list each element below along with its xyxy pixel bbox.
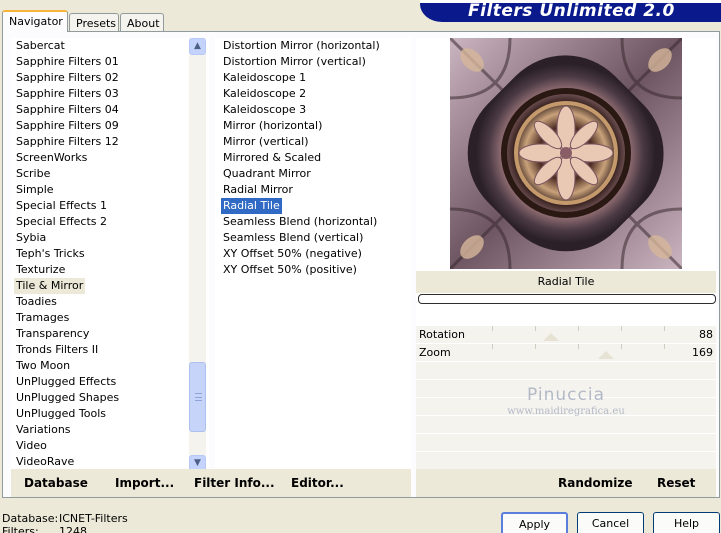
category-item[interactable]: Sapphire Filters 02 — [14, 70, 121, 86]
status-filters-label: Filters: — [2, 525, 39, 533]
tab-about[interactable]: About — [120, 13, 164, 32]
param-rotation-value: 88 — [699, 328, 713, 341]
category-item[interactable]: Special Effects 1 — [14, 198, 109, 214]
category-item[interactable]: Sabercat — [14, 38, 67, 54]
status-filters-value: 1248 — [59, 525, 87, 533]
filter-item[interactable]: XY Offset 50% (negative) — [221, 246, 364, 262]
filter-item[interactable]: Radial Tile — [221, 198, 282, 214]
apply-button[interactable]: Apply — [501, 512, 568, 533]
category-item[interactable]: Variations — [14, 422, 73, 438]
param-slot-empty — [416, 451, 716, 469]
param-rotation[interactable]: Rotation 88 — [416, 325, 716, 343]
toolbar-right: Randomize Reset — [416, 469, 716, 497]
filter-info-button[interactable]: Filter Info... — [194, 476, 275, 490]
category-list[interactable]: Sabercat Sapphire Filters 01 Sapphire Filt… — [11, 38, 209, 472]
filter-item[interactable]: Distortion Mirror (horizontal) — [221, 38, 382, 54]
category-item[interactable]: Special Effects 2 — [14, 214, 109, 230]
param-slot-empty — [416, 397, 716, 415]
filter-item[interactable]: Mirror (vertical) — [221, 134, 311, 150]
param-zoom-value: 169 — [692, 346, 713, 359]
progress-bar — [418, 294, 716, 304]
param-rotation-thumb[interactable] — [543, 333, 560, 341]
filter-item[interactable]: Radial Mirror — [221, 182, 295, 198]
scroll-up-icon[interactable]: ▲ — [189, 38, 206, 55]
navigator-panel: Sabercat Sapphire Filters 01 Sapphire Filt… — [2, 31, 720, 498]
category-item[interactable]: Two Moon — [14, 358, 72, 374]
filter-item[interactable]: Kaleidoscope 3 — [221, 102, 308, 118]
filter-items: Distortion Mirror (horizontal) Distortion… — [221, 38, 407, 278]
category-item[interactable]: ScreenWorks — [14, 150, 89, 166]
category-item[interactable]: Sapphire Filters 03 — [14, 86, 121, 102]
category-item[interactable]: Video — [14, 438, 49, 454]
editor-button[interactable]: Editor... — [291, 476, 344, 490]
status-area: Database:ICNET-Filters Filters: 1248 — [2, 512, 128, 533]
category-item[interactable]: UnPlugged Effects — [14, 374, 118, 390]
filter-item[interactable]: Quadrant Mirror — [221, 166, 313, 182]
category-item[interactable]: Teph's Tricks — [14, 246, 87, 262]
preview-image — [450, 38, 682, 269]
category-item[interactable]: Scribe — [14, 166, 52, 182]
filter-item[interactable]: XY Offset 50% (positive) — [221, 262, 359, 278]
filter-item[interactable]: Distortion Mirror (vertical) — [221, 54, 368, 70]
tab-presets[interactable]: Presets — [69, 13, 119, 32]
filter-item[interactable]: Mirror (horizontal) — [221, 118, 324, 134]
category-scrollbar[interactable]: ▲ ▼ — [189, 38, 206, 472]
filter-item[interactable]: Seamless Blend (horizontal) — [221, 214, 379, 230]
param-rotation-slider[interactable] — [492, 326, 665, 343]
cancel-button[interactable]: Cancel — [577, 512, 644, 533]
title-banner: Filters Unlimited 2.0 — [420, 0, 721, 22]
category-item[interactable]: Tile & Mirror — [14, 278, 86, 294]
status-database-value: ICNET-Filters — [59, 512, 128, 525]
category-item[interactable]: Toadies — [14, 294, 59, 310]
filter-list[interactable]: Distortion Mirror (horizontal) Distortion… — [215, 38, 411, 472]
category-item[interactable]: UnPlugged Tools — [14, 406, 108, 422]
database-button[interactable]: Database — [24, 476, 88, 490]
param-slot-empty — [416, 361, 716, 379]
param-slot-empty — [416, 379, 716, 397]
param-rotation-label: Rotation — [419, 328, 466, 341]
filter-item[interactable]: Seamless Blend (vertical) — [221, 230, 365, 246]
category-item[interactable]: VideoRave — [14, 454, 76, 470]
param-zoom[interactable]: Zoom 169 — [416, 343, 716, 361]
param-slot-empty — [416, 433, 716, 451]
category-item[interactable]: Sapphire Filters 01 — [14, 54, 121, 70]
randomize-button[interactable]: Randomize — [558, 476, 632, 490]
category-item[interactable]: UnPlugged Shapes — [14, 390, 121, 406]
filter-item[interactable]: Kaleidoscope 2 — [221, 86, 308, 102]
scroll-thumb[interactable] — [189, 362, 206, 432]
reset-button[interactable]: Reset — [657, 476, 695, 490]
category-item[interactable]: Simple — [14, 182, 56, 198]
filter-item[interactable]: Kaleidoscope 1 — [221, 70, 308, 86]
category-item[interactable]: Sybia — [14, 230, 48, 246]
category-item[interactable]: Sapphire Filters 12 — [14, 134, 121, 150]
category-item[interactable]: Transparency — [14, 326, 91, 342]
category-item[interactable]: Tronds Filters II — [14, 342, 100, 358]
category-item[interactable]: Sapphire Filters 09 — [14, 118, 121, 134]
status-database-label: Database: — [2, 512, 59, 525]
preview-panel: Radial Tile Rotation 88 Zoom 169 Pinucci… — [416, 38, 716, 472]
filter-name-label: Radial Tile — [416, 271, 716, 293]
category-item[interactable]: Sapphire Filters 04 — [14, 102, 121, 118]
param-zoom-label: Zoom — [419, 346, 451, 359]
kaleidoscope-preview-graphic — [450, 38, 682, 269]
help-button[interactable]: Help — [653, 512, 720, 533]
filter-item[interactable]: Mirrored & Scaled — [221, 150, 323, 166]
param-zoom-thumb[interactable] — [598, 351, 615, 359]
param-slot-empty — [416, 415, 716, 433]
app-title: Filters Unlimited 2.0 — [468, 1, 675, 21]
tab-navigator[interactable]: Navigator — [2, 10, 68, 32]
toolbar-left: Database Import... Filter Info... Editor… — [11, 469, 411, 497]
param-zoom-slider[interactable] — [492, 344, 665, 361]
category-item[interactable]: Texturize — [14, 262, 67, 278]
category-item[interactable]: Tramages — [14, 310, 71, 326]
category-items: Sabercat Sapphire Filters 01 Sapphire Filt… — [14, 38, 184, 470]
import-button[interactable]: Import... — [115, 476, 174, 490]
